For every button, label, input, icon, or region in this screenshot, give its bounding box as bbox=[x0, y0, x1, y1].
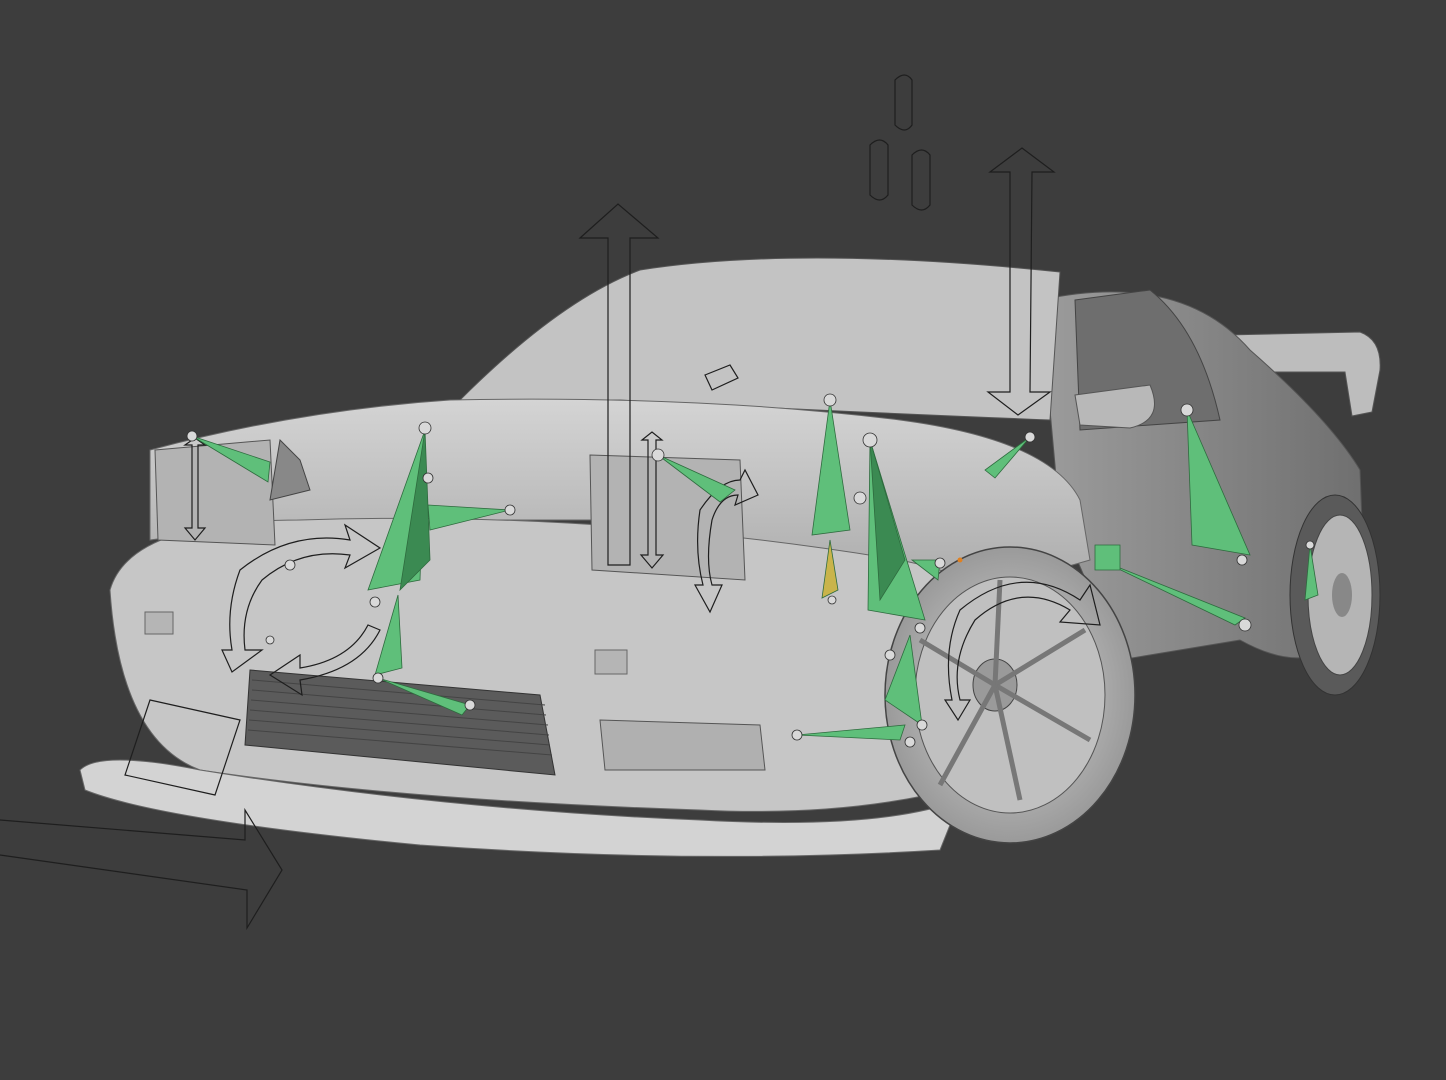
rotate-icon-top[interactable] bbox=[894, 74, 913, 131]
joint-15[interactable] bbox=[914, 622, 926, 634]
joint-18[interactable] bbox=[1238, 618, 1252, 632]
rotate-icon-right[interactable] bbox=[911, 149, 931, 211]
turn-signal-left bbox=[144, 611, 174, 635]
joint-8[interactable] bbox=[284, 559, 296, 571]
joint-9[interactable] bbox=[265, 635, 275, 645]
turn-signal-right bbox=[594, 649, 628, 675]
joint-3[interactable] bbox=[422, 472, 434, 484]
joint-25[interactable] bbox=[827, 595, 837, 605]
joint-2[interactable] bbox=[418, 421, 432, 435]
joint-14[interactable] bbox=[934, 557, 946, 569]
joint-24[interactable] bbox=[1305, 540, 1315, 550]
joint-5[interactable] bbox=[369, 596, 381, 608]
front-wheel bbox=[884, 546, 1136, 844]
joint-10[interactable] bbox=[651, 448, 665, 462]
car-body[interactable] bbox=[79, 257, 1381, 857]
origin-dot bbox=[957, 557, 963, 563]
headlight-left bbox=[154, 439, 276, 546]
headlight-right bbox=[589, 454, 746, 581]
joint-16[interactable] bbox=[1024, 431, 1036, 443]
rear-wheel bbox=[1289, 494, 1381, 696]
joint-21[interactable] bbox=[904, 736, 916, 748]
joint-1[interactable] bbox=[186, 430, 198, 442]
joint-12[interactable] bbox=[862, 432, 878, 448]
scene-canvas[interactable] bbox=[0, 0, 1446, 1080]
rotate-icon-left[interactable] bbox=[869, 139, 889, 201]
joint-7[interactable] bbox=[464, 699, 476, 711]
joint-6[interactable] bbox=[372, 672, 384, 684]
joint-20[interactable] bbox=[791, 729, 803, 741]
windshield bbox=[458, 257, 1061, 421]
joint-13[interactable] bbox=[853, 491, 867, 505]
joint-11[interactable] bbox=[823, 393, 837, 407]
forward-arrow[interactable] bbox=[0, 807, 283, 931]
fog-light bbox=[599, 719, 766, 771]
joint-19[interactable] bbox=[1236, 554, 1248, 566]
joint-4[interactable] bbox=[504, 504, 516, 516]
joint-23[interactable] bbox=[884, 649, 896, 661]
3d-viewport[interactable] bbox=[0, 0, 1446, 1080]
joint-17[interactable] bbox=[1180, 403, 1194, 417]
joint-22[interactable] bbox=[916, 719, 928, 731]
